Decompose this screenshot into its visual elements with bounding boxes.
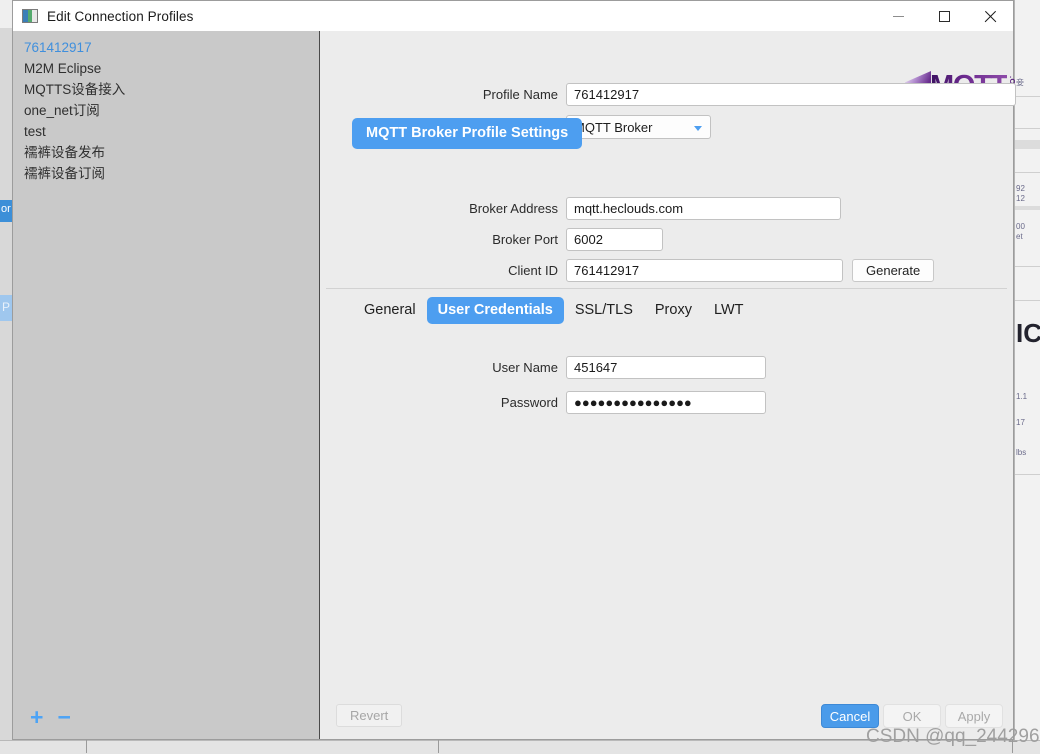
edit-connection-profiles-dialog: Edit Connection Profiles 761412917 M2M E… [12,0,1014,740]
dialog-body: 761412917 M2M Eclipse MQTTS设备接入 one_net订… [13,31,1013,739]
maximize-button[interactable] [921,1,967,31]
generate-client-id-button[interactable]: Generate [852,259,934,282]
dialog-action-buttons: Cancel OK Apply [821,704,1003,728]
chevron-down-icon [694,126,702,131]
broker-address-input[interactable] [566,197,841,220]
tab-proxy[interactable]: Proxy [644,297,703,324]
title-bar[interactable]: Edit Connection Profiles [13,1,1013,31]
profile-list-item[interactable]: M2M Eclipse [13,58,319,79]
tab-lwt[interactable]: LWT [703,297,755,324]
minimize-button[interactable] [875,1,921,31]
revert-button[interactable]: Revert [336,704,402,727]
bg-frag-5: 17 [1016,418,1025,427]
bg-frag-3: et [1016,232,1023,241]
profile-list-item[interactable]: test [13,121,319,142]
tab-user-credentials[interactable]: User Credentials [427,297,564,324]
profile-editor-scroll: MQTT .ORG Profile Name Profile Type MQTT… [320,31,1013,693]
settings-tab-bar: General User Credentials SSL/TLS Proxy L… [353,297,754,324]
password-input[interactable] [566,391,766,414]
profile-list-item[interactable]: 761412917 [13,37,319,58]
bg-frag-6: lbs [1016,448,1026,457]
broker-address-row: Broker Address [440,197,841,220]
profile-name-input[interactable] [566,83,1016,106]
background-window-right: 妾 92 12 00 et IC 1.1 17 lbs [1014,0,1040,753]
profile-name-label: Profile Name [440,87,566,102]
background-seam-b [438,740,439,753]
section-divider [326,288,1007,289]
section-title-badge: MQTT Broker Profile Settings [352,118,582,149]
bg-frag-cjk: 妾 [1016,78,1024,87]
profile-list-item[interactable]: 襦裤设备订阅 [13,163,319,184]
bg-frag-0: 92 [1016,184,1025,193]
close-icon [984,10,997,23]
tab-general[interactable]: General [353,297,427,324]
broker-port-row: Broker Port [440,228,663,251]
user-name-input[interactable] [566,356,766,379]
profile-list[interactable]: 761412917 M2M Eclipse MQTTS设备接入 one_net订… [13,31,319,695]
window-controls [875,1,1013,31]
bg-frag-2: 00 [1016,222,1025,231]
cancel-button[interactable]: Cancel [821,704,879,728]
profile-type-value: MQTT Broker [574,120,653,135]
csdn-watermark: CSDN @qq_24429681 [866,726,1040,748]
profile-list-item[interactable]: 襦裤设备发布 [13,142,319,163]
broker-port-label: Broker Port [440,232,566,247]
background-seam-a [86,740,87,753]
tab-ssl-tls[interactable]: SSL/TLS [564,297,644,324]
client-id-label: Client ID [440,263,566,278]
bg-frag-4: 1.1 [1016,392,1027,401]
broker-port-input[interactable] [566,228,663,251]
bg-right-heading: IC [1016,318,1040,349]
profile-list-item[interactable]: one_net订阅 [13,100,319,121]
sidebar-actions: + − [13,695,319,739]
background-tab-chip-left-lower [0,295,12,321]
user-name-row: User Name [440,356,766,379]
user-name-label: User Name [440,360,566,375]
profile-list-item[interactable]: MQTTS设备接入 [13,79,319,100]
close-button[interactable] [967,1,1013,31]
client-id-row: Client ID Generate [440,259,934,282]
client-id-input[interactable] [566,259,843,282]
maximize-icon [939,11,950,22]
app-window-icon [22,9,38,23]
profile-type-select[interactable]: MQTT Broker [566,115,711,139]
password-label: Password [440,395,566,410]
add-profile-button[interactable]: + [30,707,43,727]
window-title: Edit Connection Profiles [47,9,193,24]
broker-address-label: Broker Address [440,201,566,216]
profiles-sidebar: 761412917 M2M Eclipse MQTTS设备接入 one_net订… [13,31,320,739]
bg-frag-1: 12 [1016,194,1025,203]
profile-name-row: Profile Name [440,83,1016,106]
remove-profile-button[interactable]: − [57,707,70,727]
apply-button[interactable]: Apply [945,704,1003,728]
password-row: Password [440,391,766,414]
profile-editor-panel: MQTT .ORG Profile Name Profile Type MQTT… [320,31,1013,739]
background-tab-chip-left-upper [0,200,12,222]
ok-button[interactable]: OK [883,704,941,728]
minimize-icon [893,16,904,17]
